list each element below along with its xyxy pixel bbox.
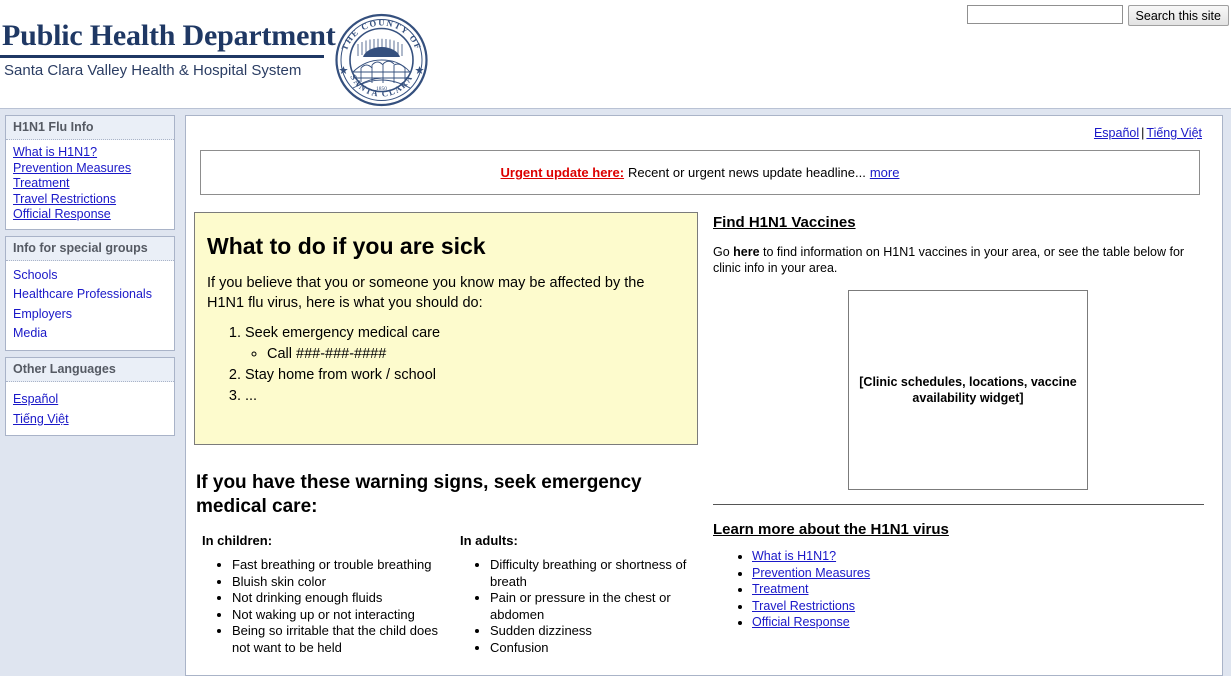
find-vaccines-title: Find H1N1 Vaccines — [713, 214, 856, 231]
callout-step-2: Stay home from work / school — [245, 365, 683, 386]
main-content: Español | Tiếng Việt Urgent update here: Re… — [185, 115, 1223, 676]
site-search: Search this site — [966, 5, 1229, 26]
content-column-right: Find H1N1 Vaccines Go here to find infor… — [700, 212, 1206, 656]
clinic-widget-placeholder[interactable]: [Clinic schedules, locations, vaccine av… — [848, 290, 1088, 490]
sidebar-link-travel-restrictions[interactable]: Travel Restrictions — [13, 192, 167, 208]
vaccines-text-after: to find information on H1N1 vaccines in … — [713, 245, 1185, 275]
title-divider — [0, 55, 324, 58]
sidebar-link-prevention-measures[interactable]: Prevention Measures — [13, 161, 167, 177]
sidebar: H1N1 Flu Info What is H1N1? Prevention M… — [0, 109, 181, 676]
list-item: Fast breathing or trouble breathing — [232, 557, 444, 574]
panel-links: What is H1N1? Prevention Measures Treatm… — [6, 140, 174, 229]
warning-signs-children: In children: Fast breathing or trouble b… — [194, 533, 444, 656]
list-item: Not drinking enough fluids — [232, 590, 444, 607]
site-branding: Public Health Department Santa Clara Val… — [0, 19, 336, 80]
list-item: Travel Restrictions — [752, 598, 1206, 615]
urgent-update-text: Recent or urgent news update headline... — [628, 165, 866, 180]
sidebar-link-espanol[interactable]: Español — [13, 389, 167, 409]
list-item: What is H1N1? — [752, 548, 1206, 565]
content-columns: What to do if you are sick If you believ… — [192, 212, 1208, 656]
sidebar-link-tieng-viet[interactable]: Tiếng Việt — [13, 409, 167, 429]
lang-link-espanol[interactable]: Español — [1094, 126, 1139, 140]
content-column-left: What to do if you are sick If you believ… — [194, 212, 700, 656]
learn-link-travel-restrictions[interactable]: Travel Restrictions — [752, 599, 855, 613]
callout-title: What to do if you are sick — [207, 233, 486, 259]
county-seal-logo: 1850 THE COUNTY OF SANTA CLARA — [331, 10, 432, 107]
sidebar-panel-h1n1-flu-info: H1N1 Flu Info What is H1N1? Prevention M… — [5, 115, 175, 230]
list-item: Not waking up or not interacting — [232, 607, 444, 624]
learn-link-prevention-measures[interactable]: Prevention Measures — [752, 566, 870, 580]
warning-signs-title: If you have these warning signs, seek em… — [196, 472, 642, 517]
list-item: Official Response — [752, 614, 1206, 631]
sidebar-link-employers[interactable]: Employers — [13, 305, 167, 325]
list-item: Pain or pressure in the chest or abdomen — [490, 590, 694, 623]
sidebar-panel-special-groups: Info for special groups Schools Healthca… — [5, 235, 175, 351]
callout-step-3: ... — [245, 386, 683, 407]
callout-step-1: Seek emergency medical care Call ###-###… — [245, 323, 683, 365]
language-switcher: Español | Tiếng Việt — [192, 124, 1208, 140]
sidebar-link-media[interactable]: Media — [13, 324, 167, 344]
warning-children-heading: In children: — [202, 533, 273, 548]
warning-adults-heading: In adults: — [460, 533, 518, 548]
vaccines-here-emphasis: here — [733, 245, 760, 259]
list-item: Bluish skin color — [232, 574, 444, 591]
list-item: Difficulty breathing or shortness of bre… — [490, 557, 694, 590]
find-vaccines-text: Go here to find information on H1N1 vacc… — [713, 244, 1203, 276]
site-subtitle: Santa Clara Valley Health & Hospital Sys… — [4, 62, 302, 79]
callout-step-1-sublist: Call ###-###-#### — [245, 344, 683, 365]
warning-children-list: Fast breathing or trouble breathing Blui… — [194, 557, 444, 656]
learn-link-what-is-h1n1[interactable]: What is H1N1? — [752, 549, 836, 563]
learn-link-treatment[interactable]: Treatment — [752, 582, 809, 596]
panel-heading: Info for special groups — [6, 236, 174, 261]
panel-heading: H1N1 Flu Info — [6, 116, 174, 140]
sidebar-panel-other-languages: Other Languages Español Tiếng Việt — [5, 356, 175, 436]
sidebar-link-official-response[interactable]: Official Response — [13, 207, 167, 223]
callout-steps-list: Seek emergency medical care Call ###-###… — [207, 323, 683, 407]
urgent-update-label: Urgent update here: — [500, 165, 625, 180]
search-button[interactable]: Search this site — [1127, 5, 1229, 26]
panel-links: Schools Healthcare Professionals Employe… — [6, 261, 174, 350]
site-title: Public Health Department — [2, 19, 336, 52]
search-input[interactable] — [966, 5, 1123, 24]
clinic-widget-placeholder-label: [Clinic schedules, locations, vaccine av… — [859, 375, 1077, 405]
vaccines-text-before: Go — [713, 245, 734, 259]
learn-link-official-response[interactable]: Official Response — [752, 615, 850, 629]
urgent-update-more-link[interactable]: more — [870, 165, 900, 180]
site-header: Public Health Department Santa Clara Val… — [0, 0, 1231, 109]
panel-links: Español Tiếng Việt — [6, 382, 174, 435]
sidebar-link-healthcare-professionals[interactable]: Healthcare Professionals — [13, 285, 167, 305]
sidebar-link-schools[interactable]: Schools — [13, 266, 167, 286]
learn-more-links-list: What is H1N1? Prevention Measures Treatm… — [710, 548, 1206, 631]
list-item: Treatment — [752, 581, 1206, 598]
panel-heading: Other Languages — [6, 357, 174, 382]
learn-more-title: Learn more about the H1N1 virus — [713, 521, 949, 538]
list-item: Confusion — [490, 640, 694, 657]
callout-step-1-sub-item: Call ###-###-#### — [267, 344, 683, 365]
warning-signs-columns: In children: Fast breathing or trouble b… — [194, 533, 700, 656]
warning-adults-list: Difficulty breathing or shortness of bre… — [452, 557, 694, 656]
sidebar-link-what-is-h1n1[interactable]: What is H1N1? — [13, 145, 167, 161]
warning-signs-adults: In adults: Difficulty breathing or short… — [444, 533, 694, 656]
section-divider — [713, 504, 1204, 505]
sidebar-link-treatment[interactable]: Treatment — [13, 176, 167, 192]
what-to-do-if-sick-callout: What to do if you are sick If you believ… — [194, 212, 698, 445]
callout-step-1-label: Seek emergency medical care — [245, 325, 441, 341]
lang-link-tieng-viet[interactable]: Tiếng Việt — [1146, 126, 1202, 140]
page-body: H1N1 Flu Info What is H1N1? Prevention M… — [0, 109, 1231, 676]
list-item: Prevention Measures — [752, 565, 1206, 582]
list-item: Sudden dizziness — [490, 623, 694, 640]
urgent-update-banner: Urgent update here: Recent or urgent news… — [200, 150, 1200, 195]
callout-intro: If you believe that you or someone you k… — [207, 275, 645, 311]
list-item: Being so irritable that the child does n… — [232, 623, 444, 656]
